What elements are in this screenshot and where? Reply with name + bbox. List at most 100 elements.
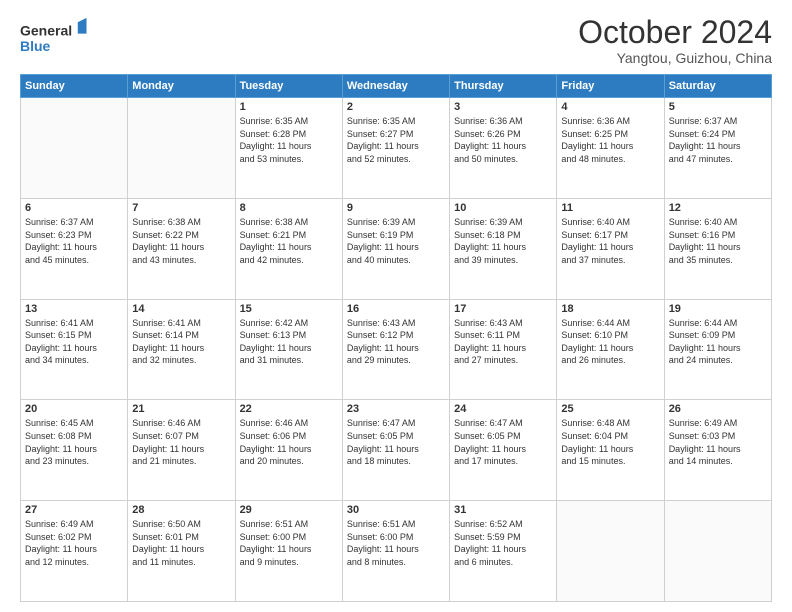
day-info: Sunrise: 6:44 AM Sunset: 6:10 PM Dayligh… [561, 317, 659, 367]
calendar-day-cell [21, 98, 128, 199]
day-info: Sunrise: 6:50 AM Sunset: 6:01 PM Dayligh… [132, 518, 230, 568]
day-info: Sunrise: 6:40 AM Sunset: 6:16 PM Dayligh… [669, 216, 767, 266]
calendar-table: Sunday Monday Tuesday Wednesday Thursday… [20, 74, 772, 602]
day-number: 29 [240, 504, 338, 516]
day-number: 25 [561, 403, 659, 415]
day-info: Sunrise: 6:39 AM Sunset: 6:19 PM Dayligh… [347, 216, 445, 266]
day-info: Sunrise: 6:36 AM Sunset: 6:25 PM Dayligh… [561, 115, 659, 165]
day-number: 8 [240, 202, 338, 214]
day-info: Sunrise: 6:35 AM Sunset: 6:27 PM Dayligh… [347, 115, 445, 165]
calendar-day-cell [557, 501, 664, 602]
day-info: Sunrise: 6:48 AM Sunset: 6:04 PM Dayligh… [561, 417, 659, 467]
day-number: 13 [25, 303, 123, 315]
day-number: 7 [132, 202, 230, 214]
day-number: 30 [347, 504, 445, 516]
calendar-week-row: 1 Sunrise: 6:35 AM Sunset: 6:28 PM Daylig… [21, 98, 772, 199]
svg-text:Blue: Blue [20, 38, 51, 54]
calendar-day-cell: 7 Sunrise: 6:38 AM Sunset: 6:22 PM Daylig… [128, 198, 235, 299]
day-number: 17 [454, 303, 552, 315]
day-number: 26 [669, 403, 767, 415]
calendar-week-row: 27Sunrise: 6:49 AM Sunset: 6:02 PM Dayli… [21, 501, 772, 602]
header-thursday: Thursday [450, 75, 557, 98]
day-number: 14 [132, 303, 230, 315]
svg-text:General: General [20, 22, 72, 38]
header-wednesday: Wednesday [342, 75, 449, 98]
calendar-day-cell: 20Sunrise: 6:45 AM Sunset: 6:08 PM Dayli… [21, 400, 128, 501]
calendar-day-cell: 18 Sunrise: 6:44 AM Sunset: 6:10 PM Dayli… [557, 299, 664, 400]
day-info: Sunrise: 6:49 AM Sunset: 6:02 PM Dayligh… [25, 518, 123, 568]
day-info: Sunrise: 6:47 AM Sunset: 6:05 PM Dayligh… [454, 417, 552, 467]
day-number: 2 [347, 101, 445, 113]
calendar-day-cell: 19 Sunrise: 6:44 AM Sunset: 6:09 PM Dayli… [664, 299, 771, 400]
calendar-day-cell [664, 501, 771, 602]
calendar-day-cell [128, 98, 235, 199]
day-number: 28 [132, 504, 230, 516]
calendar-day-cell: 9 Sunrise: 6:39 AM Sunset: 6:19 PM Daylig… [342, 198, 449, 299]
calendar-day-cell: 26 Sunrise: 6:49 AM Sunset: 6:03 PM Dayli… [664, 400, 771, 501]
day-info: Sunrise: 6:39 AM Sunset: 6:18 PM Dayligh… [454, 216, 552, 266]
calendar-week-row: 20Sunrise: 6:45 AM Sunset: 6:08 PM Dayli… [21, 400, 772, 501]
day-info: Sunrise: 6:40 AM Sunset: 6:17 PM Dayligh… [561, 216, 659, 266]
day-info: Sunrise: 6:51 AM Sunset: 6:00 PM Dayligh… [347, 518, 445, 568]
calendar-day-cell: 4 Sunrise: 6:36 AM Sunset: 6:25 PM Daylig… [557, 98, 664, 199]
calendar-day-cell: 3Sunrise: 6:36 AM Sunset: 6:26 PM Daylig… [450, 98, 557, 199]
day-number: 23 [347, 403, 445, 415]
calendar-day-cell: 28 Sunrise: 6:50 AM Sunset: 6:01 PM Dayli… [128, 501, 235, 602]
day-info: Sunrise: 6:41 AM Sunset: 6:15 PM Dayligh… [25, 317, 123, 367]
calendar-day-cell: 13 Sunrise: 6:41 AM Sunset: 6:15 PM Dayli… [21, 299, 128, 400]
day-number: 16 [347, 303, 445, 315]
day-info: Sunrise: 6:47 AM Sunset: 6:05 PM Dayligh… [347, 417, 445, 467]
calendar-day-cell: 2 Sunrise: 6:35 AM Sunset: 6:27 PM Daylig… [342, 98, 449, 199]
day-info: Sunrise: 6:38 AM Sunset: 6:21 PM Dayligh… [240, 216, 338, 266]
day-info: Sunrise: 6:38 AM Sunset: 6:22 PM Dayligh… [132, 216, 230, 266]
calendar-day-cell: 31 Sunrise: 6:52 AM Sunset: 5:59 PM Dayli… [450, 501, 557, 602]
day-number: 31 [454, 504, 552, 516]
day-number: 9 [347, 202, 445, 214]
header: General Blue October 2024 Yangtou, Guizh… [20, 15, 772, 66]
day-number: 3 [454, 101, 552, 113]
calendar-page: General Blue October 2024 Yangtou, Guizh… [0, 0, 792, 612]
calendar-day-cell: 15 Sunrise: 6:42 AM Sunset: 6:13 PM Dayli… [235, 299, 342, 400]
calendar-day-cell: 5Sunrise: 6:37 AM Sunset: 6:24 PM Daylig… [664, 98, 771, 199]
day-info: Sunrise: 6:37 AM Sunset: 6:24 PM Dayligh… [669, 115, 767, 165]
day-number: 15 [240, 303, 338, 315]
day-number: 18 [561, 303, 659, 315]
day-info: Sunrise: 6:42 AM Sunset: 6:13 PM Dayligh… [240, 317, 338, 367]
calendar-day-cell: 14 Sunrise: 6:41 AM Sunset: 6:14 PM Dayli… [128, 299, 235, 400]
day-info: Sunrise: 6:46 AM Sunset: 6:06 PM Dayligh… [240, 417, 338, 467]
calendar-day-cell: 17 Sunrise: 6:43 AM Sunset: 6:11 PM Dayli… [450, 299, 557, 400]
location: Yangtou, Guizhou, China [578, 50, 772, 66]
calendar-day-cell: 21 Sunrise: 6:46 AM Sunset: 6:07 PM Dayli… [128, 400, 235, 501]
day-info: Sunrise: 6:49 AM Sunset: 6:03 PM Dayligh… [669, 417, 767, 467]
day-number: 20 [25, 403, 123, 415]
day-number: 4 [561, 101, 659, 113]
calendar-day-cell: 11 Sunrise: 6:40 AM Sunset: 6:17 PM Dayli… [557, 198, 664, 299]
calendar-day-cell: 10Sunrise: 6:39 AM Sunset: 6:18 PM Dayli… [450, 198, 557, 299]
title-area: October 2024 Yangtou, Guizhou, China [578, 15, 772, 66]
day-number: 19 [669, 303, 767, 315]
day-number: 21 [132, 403, 230, 415]
day-info: Sunrise: 6:44 AM Sunset: 6:09 PM Dayligh… [669, 317, 767, 367]
header-monday: Monday [128, 75, 235, 98]
day-number: 11 [561, 202, 659, 214]
day-info: Sunrise: 6:46 AM Sunset: 6:07 PM Dayligh… [132, 417, 230, 467]
calendar-day-cell: 8 Sunrise: 6:38 AM Sunset: 6:21 PM Daylig… [235, 198, 342, 299]
calendar-day-cell: 27Sunrise: 6:49 AM Sunset: 6:02 PM Dayli… [21, 501, 128, 602]
calendar-day-cell: 22 Sunrise: 6:46 AM Sunset: 6:06 PM Dayli… [235, 400, 342, 501]
header-tuesday: Tuesday [235, 75, 342, 98]
day-info: Sunrise: 6:43 AM Sunset: 6:11 PM Dayligh… [454, 317, 552, 367]
day-number: 22 [240, 403, 338, 415]
calendar-day-cell: 12Sunrise: 6:40 AM Sunset: 6:16 PM Dayli… [664, 198, 771, 299]
day-number: 1 [240, 101, 338, 113]
calendar-day-cell: 16Sunrise: 6:43 AM Sunset: 6:12 PM Dayli… [342, 299, 449, 400]
header-saturday: Saturday [664, 75, 771, 98]
day-info: Sunrise: 6:51 AM Sunset: 6:00 PM Dayligh… [240, 518, 338, 568]
day-info: Sunrise: 6:52 AM Sunset: 5:59 PM Dayligh… [454, 518, 552, 568]
day-info: Sunrise: 6:37 AM Sunset: 6:23 PM Dayligh… [25, 216, 123, 266]
calendar-week-row: 6Sunrise: 6:37 AM Sunset: 6:23 PM Daylig… [21, 198, 772, 299]
header-sunday: Sunday [21, 75, 128, 98]
day-info: Sunrise: 6:41 AM Sunset: 6:14 PM Dayligh… [132, 317, 230, 367]
calendar-day-cell: 1 Sunrise: 6:35 AM Sunset: 6:28 PM Daylig… [235, 98, 342, 199]
calendar-day-cell: 29 Sunrise: 6:51 AM Sunset: 6:00 PM Dayli… [235, 501, 342, 602]
day-info: Sunrise: 6:35 AM Sunset: 6:28 PM Dayligh… [240, 115, 338, 165]
